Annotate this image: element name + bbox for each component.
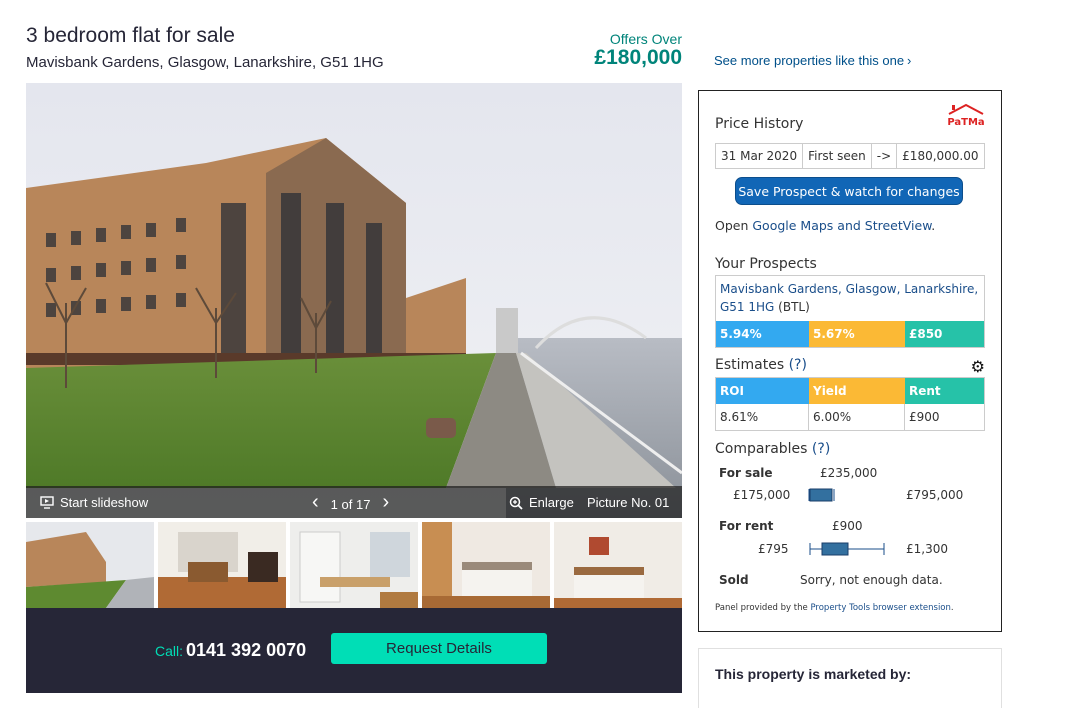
- estimates-help-link[interactable]: (?): [789, 357, 807, 373]
- svg-text:PaTMa: PaTMa: [947, 117, 984, 128]
- price-qualifier: Offers Over: [609, 31, 682, 47]
- property-tools-panel: Price History PaTMa 31 Mar 2020 First se…: [698, 90, 1002, 632]
- prospect-rent: £850: [905, 321, 984, 347]
- estimates-header-rent: Rent: [905, 378, 984, 404]
- comparables-heading: Comparables (?): [715, 441, 830, 457]
- photo-counter: 1 of 17: [330, 497, 371, 512]
- comparables-help-link[interactable]: (?): [812, 441, 830, 457]
- save-prospect-button[interactable]: Save Prospect & watch for changes: [735, 177, 963, 205]
- panel-footnote: Panel provided by the Property Tools bro…: [715, 603, 954, 613]
- photo-pager: ‹ 1 of 17 ›: [312, 491, 389, 514]
- patma-logo[interactable]: PaTMa: [946, 103, 986, 129]
- prospect-metrics: 5.94% 5.67% £850: [716, 321, 984, 347]
- sold-label: Sold: [719, 573, 749, 587]
- open-suffix: .: [931, 218, 936, 233]
- contact-bar: Call: 0141 392 0070 Request Details: [26, 608, 682, 693]
- for-sale-range-chart: [808, 488, 835, 502]
- thumbnail-5[interactable]: [554, 522, 682, 608]
- estimates-heading: Estimates (?): [715, 357, 807, 373]
- estimate-yield: 6.00%: [809, 404, 905, 430]
- for-rent-box: [821, 542, 849, 556]
- listing-price: £180,000: [594, 46, 682, 69]
- footnote-prefix: Panel provided by the: [715, 603, 811, 613]
- for-rent-label: For rent: [719, 519, 774, 533]
- call-label: Call:: [155, 643, 184, 659]
- estimates-table: ROI Yield Rent 8.61% 6.00% £900: [715, 377, 985, 431]
- sold-message: Sorry, not enough data.: [800, 573, 943, 587]
- price-history-row: 31 Mar 2020 First seen -> £180,000.00: [715, 143, 985, 169]
- main-photo-image: [26, 83, 682, 518]
- for-sale-median: £235,000: [820, 466, 878, 480]
- estimates-title: Estimates: [715, 357, 785, 373]
- prospect-tag: (BTL): [778, 300, 810, 314]
- slideshow-icon: [40, 496, 54, 509]
- next-photo-button[interactable]: ›: [382, 491, 389, 514]
- prospect-card[interactable]: Mavisbank Gardens, Glasgow, Lanarkshire,…: [715, 275, 985, 348]
- your-prospects-heading: Your Prospects: [715, 256, 817, 272]
- thumbnail-2[interactable]: [158, 522, 286, 608]
- for-rent-min: £795: [758, 542, 789, 556]
- thumbnail-3[interactable]: [290, 522, 418, 608]
- footnote-suffix: .: [950, 603, 954, 613]
- estimate-rent: £900: [909, 410, 940, 424]
- agent-card: This property is marketed by:: [698, 648, 1002, 708]
- estimates-header-roi: ROI: [716, 378, 809, 404]
- photo-toolbar: Start slideshow ‹ 1 of 17 › Enlarge Pict…: [26, 486, 682, 518]
- listing-address: Mavisbank Gardens, Glasgow, Lanarkshire,…: [26, 54, 384, 71]
- slideshow-label: Start slideshow: [60, 495, 149, 510]
- price-history-heading: Price History: [715, 116, 804, 132]
- for-rent-range-chart: [809, 542, 885, 556]
- zoom-in-icon: [509, 496, 523, 510]
- request-details-button[interactable]: Request Details: [331, 633, 547, 664]
- for-sale-label: For sale: [719, 466, 773, 480]
- call-agent[interactable]: Call: 0141 392 0070: [155, 640, 306, 661]
- estimate-roi: 8.61%: [716, 404, 809, 430]
- enlarge-button[interactable]: Enlarge: [509, 495, 574, 510]
- open-maps-text: Open Google Maps and StreetView.: [715, 218, 935, 233]
- thumbnail-1[interactable]: [26, 522, 154, 608]
- thumbnail-strip: ›: [26, 522, 682, 608]
- see-more-label: See more properties like this one: [714, 53, 905, 68]
- gear-icon[interactable]: ⚙: [971, 357, 985, 376]
- estimates-header-row: ROI Yield Rent: [716, 378, 984, 404]
- chevron-right-icon: ›: [907, 53, 912, 68]
- start-slideshow-button[interactable]: Start slideshow: [40, 495, 148, 510]
- for-rent-median: £900: [832, 519, 863, 533]
- main-photo[interactable]: Start slideshow ‹ 1 of 17 › Enlarge Pict…: [26, 83, 682, 518]
- marketed-by-heading: This property is marketed by:: [715, 666, 912, 682]
- property-tools-link[interactable]: Property Tools browser extension: [810, 603, 950, 613]
- price-history-event: First seen: [803, 144, 872, 168]
- for-sale-min: £175,000: [733, 488, 791, 502]
- picture-number: Picture No. 01: [587, 495, 670, 510]
- listing-title: 3 bedroom flat for sale: [26, 24, 235, 47]
- price-history-amount: £180,000.00: [902, 149, 979, 163]
- see-more-link[interactable]: See more properties like this one ›: [714, 53, 911, 68]
- estimates-header-yield: Yield: [809, 378, 905, 404]
- for-rent-max: £1,300: [906, 542, 948, 556]
- prospect-yield: 5.67%: [809, 321, 905, 347]
- enlarge-label: Enlarge: [529, 495, 574, 510]
- estimates-value-row: 8.61% 6.00% £900: [716, 404, 984, 430]
- price-history-date: 31 Mar 2020: [716, 144, 804, 168]
- for-sale-box: [809, 488, 833, 502]
- price-history-arrow: ->: [872, 144, 898, 168]
- comparables-title: Comparables: [715, 441, 808, 457]
- prospect-roi: 5.94%: [716, 321, 809, 347]
- prospect-address-text: Mavisbank Gardens, Glasgow, Lanarkshire,…: [720, 282, 979, 314]
- for-sale-max: £795,000: [906, 488, 964, 502]
- thumbnail-4[interactable]: [422, 522, 550, 608]
- prospect-address[interactable]: Mavisbank Gardens, Glasgow, Lanarkshire,…: [716, 276, 984, 321]
- previous-photo-button[interactable]: ‹: [312, 491, 319, 514]
- google-maps-link[interactable]: Google Maps and StreetView: [752, 218, 931, 233]
- phone-number[interactable]: 0141 392 0070: [186, 640, 306, 660]
- open-prefix: Open: [715, 218, 753, 233]
